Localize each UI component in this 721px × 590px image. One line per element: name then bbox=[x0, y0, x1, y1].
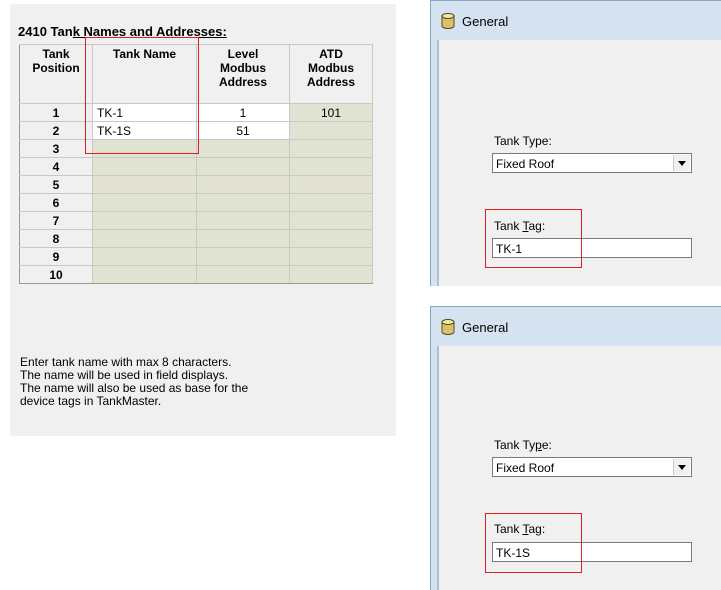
tank-names-panel: 2410 Tank Names and Addresses: Tank Posit… bbox=[10, 4, 396, 436]
table-row: 10 bbox=[19, 265, 373, 284]
panel-title-prefix: 2410 Tan bbox=[18, 24, 73, 39]
tank-position-cell: 6 bbox=[19, 193, 93, 212]
atd-address-cell: 101 bbox=[289, 103, 373, 122]
table-row: 4 bbox=[19, 157, 373, 176]
table-row: 8 bbox=[19, 229, 373, 248]
table-row: 6 bbox=[19, 193, 373, 212]
tank-position-cell: 3 bbox=[19, 139, 93, 158]
col-header-level-modbus-address: Level Modbus Address bbox=[196, 44, 290, 104]
atd-address-cell bbox=[289, 211, 373, 230]
tank-position-cell: 9 bbox=[19, 247, 93, 266]
tank-type-label: Tank Type: bbox=[494, 134, 552, 148]
window-titlebar[interactable]: General bbox=[430, 0, 721, 40]
tank-name-cell bbox=[92, 229, 197, 248]
level-address-cell bbox=[196, 247, 290, 266]
tank-position-cell: 8 bbox=[19, 229, 93, 248]
table-row: 9 bbox=[19, 247, 373, 266]
tank-type-label: Tank Type: bbox=[494, 438, 552, 452]
tank-type-value: Fixed Roof bbox=[496, 461, 555, 475]
tank-position-cell: 4 bbox=[19, 157, 93, 176]
tank-type-dropdown[interactable]: Fixed Roof bbox=[492, 457, 692, 477]
tank-position-cell: 5 bbox=[19, 175, 93, 194]
atd-address-cell bbox=[289, 265, 373, 284]
dropdown-arrow-button[interactable] bbox=[673, 155, 690, 171]
atd-address-cell bbox=[289, 157, 373, 176]
atd-address-cell bbox=[289, 193, 373, 212]
level-address-cell[interactable]: 51 bbox=[196, 121, 290, 140]
tank-name-cell bbox=[92, 247, 197, 266]
level-address-cell bbox=[196, 139, 290, 158]
table-row: 5 bbox=[19, 175, 373, 194]
level-address-cell bbox=[196, 265, 290, 284]
atd-address-cell bbox=[289, 229, 373, 248]
chevron-down-icon bbox=[678, 161, 686, 166]
level-address-cell bbox=[196, 157, 290, 176]
table-row: 7 bbox=[19, 211, 373, 230]
window-title: General bbox=[462, 14, 509, 29]
col-header-atd-modbus-address: ATD Modbus Address bbox=[289, 44, 373, 104]
help-line: device tags in TankMaster. bbox=[20, 394, 162, 408]
tank-tag-highlight-2 bbox=[485, 513, 582, 573]
window-titlebar[interactable]: General bbox=[430, 306, 721, 346]
tank-type-dropdown[interactable]: Fixed Roof bbox=[492, 153, 692, 173]
window-side-border bbox=[430, 40, 439, 286]
window-title: General bbox=[462, 320, 509, 335]
help-text: Enter tank name with max 8 characters. T… bbox=[20, 356, 248, 408]
database-icon bbox=[441, 319, 455, 335]
tank-position-cell: 2 bbox=[19, 121, 93, 140]
tank-position-cell: 1 bbox=[19, 103, 93, 122]
atd-address-cell bbox=[289, 121, 373, 140]
level-address-cell bbox=[196, 193, 290, 212]
tank-position-cell: 7 bbox=[19, 211, 93, 230]
chevron-down-icon bbox=[678, 465, 686, 470]
dropdown-arrow-button[interactable] bbox=[673, 459, 690, 475]
level-address-cell bbox=[196, 211, 290, 230]
level-address-cell[interactable]: 1 bbox=[196, 103, 290, 122]
level-address-cell bbox=[196, 229, 290, 248]
database-icon bbox=[441, 13, 455, 29]
tank-position-cell: 10 bbox=[19, 265, 93, 284]
tank-name-cell bbox=[92, 211, 197, 230]
atd-address-cell bbox=[289, 175, 373, 194]
tank-name-cell bbox=[92, 265, 197, 284]
window-side-border bbox=[430, 346, 439, 590]
tank-type-value: Fixed Roof bbox=[496, 157, 555, 171]
tank-name-cell bbox=[92, 175, 197, 194]
tank-tag-highlight-1 bbox=[485, 209, 582, 268]
atd-address-cell bbox=[289, 247, 373, 266]
atd-address-cell bbox=[289, 139, 373, 158]
col-header-tank-position: Tank Position bbox=[19, 44, 93, 104]
tank-name-cell bbox=[92, 157, 197, 176]
tank-name-cell bbox=[92, 193, 197, 212]
tank-name-highlight bbox=[85, 37, 199, 154]
level-address-cell bbox=[196, 175, 290, 194]
